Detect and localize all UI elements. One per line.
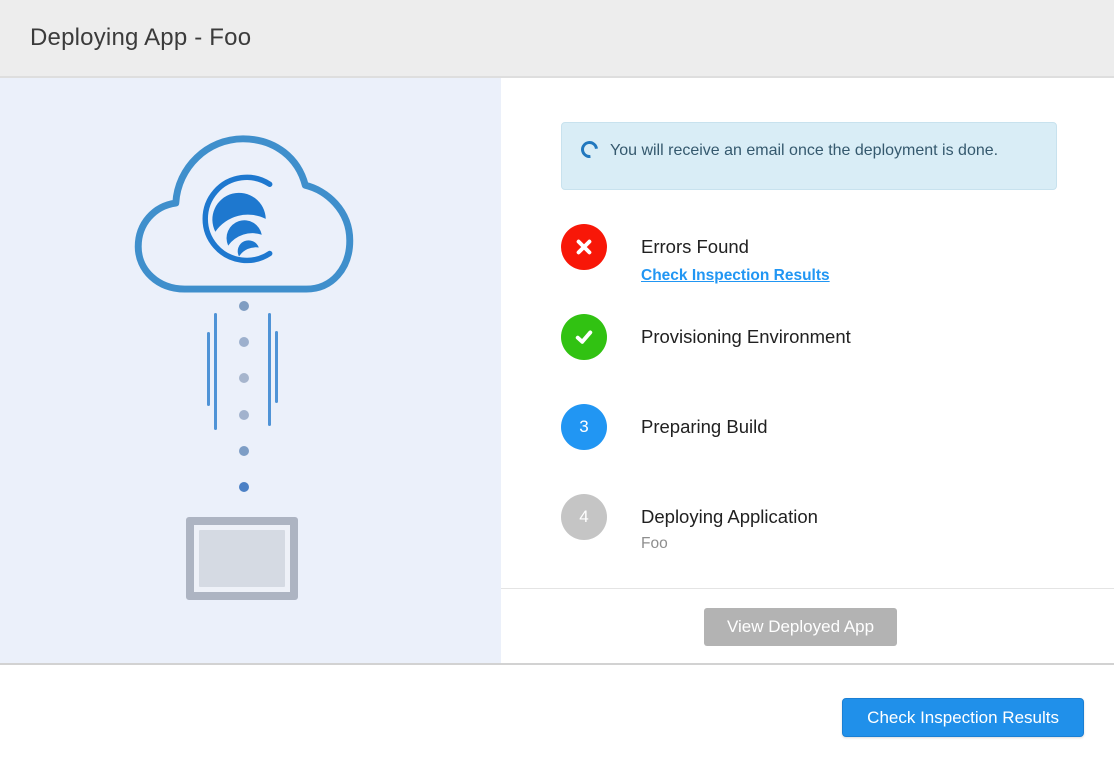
deployment-status-panel: You will receive an email once the deplo… — [501, 78, 1114, 663]
step-number-badge: 4 — [561, 494, 607, 540]
window-header: Deploying App - Foo — [0, 0, 1114, 78]
step-title: Errors Found — [641, 233, 830, 260]
stream-dot — [239, 301, 249, 311]
step-errors-found: Errors Found Check Inspection Results — [561, 224, 830, 285]
step-title: Provisioning Environment — [641, 314, 851, 360]
stream-dot — [239, 373, 249, 383]
check-inspection-results-link[interactable]: Check Inspection Results — [641, 267, 830, 285]
view-button-row: View Deployed App — [501, 608, 1100, 646]
footer-bar: Check Inspection Results — [0, 663, 1114, 768]
step-number-badge: 3 — [561, 404, 607, 450]
step-text: Preparing Build — [641, 404, 768, 450]
cloud-icon — [130, 123, 358, 293]
monitor-screen — [199, 530, 285, 587]
stream-dot — [239, 446, 249, 456]
stream-line — [214, 313, 217, 430]
divider — [501, 588, 1114, 589]
deployment-illustration-panel — [0, 78, 501, 663]
main-area: You will receive an email once the deplo… — [0, 78, 1114, 663]
page-title: Deploying App - Foo — [30, 24, 251, 52]
x-circle-icon — [561, 224, 607, 270]
step-text: Errors Found Check Inspection Results — [641, 224, 830, 285]
check-inspection-results-button[interactable]: Check Inspection Results — [842, 698, 1084, 737]
stream-line — [207, 332, 210, 406]
spinner-icon — [578, 138, 602, 162]
stream-dot — [239, 482, 249, 492]
check-circle-icon — [561, 314, 607, 360]
view-deployed-app-button[interactable]: View Deployed App — [704, 608, 897, 646]
stream-dot — [239, 337, 249, 347]
stream-dot — [239, 410, 249, 420]
stream-line — [275, 331, 278, 403]
wave-logo-icon — [205, 177, 269, 260]
step-deploying-application: 4 Deploying Application Foo — [561, 494, 818, 554]
step-text: Provisioning Environment — [641, 314, 851, 360]
notice-text: You will receive an email once the deplo… — [610, 136, 998, 165]
monitor-icon — [186, 517, 298, 600]
step-provisioning-environment: Provisioning Environment — [561, 314, 851, 360]
step-title: Preparing Build — [641, 404, 768, 450]
step-preparing-build: 3 Preparing Build — [561, 404, 768, 450]
step-text: Deploying Application Foo — [641, 494, 818, 554]
deployment-notice: You will receive an email once the deplo… — [561, 122, 1057, 190]
deploy-app-window: Deploying App - Foo — [0, 0, 1114, 768]
stream-line — [268, 313, 271, 426]
